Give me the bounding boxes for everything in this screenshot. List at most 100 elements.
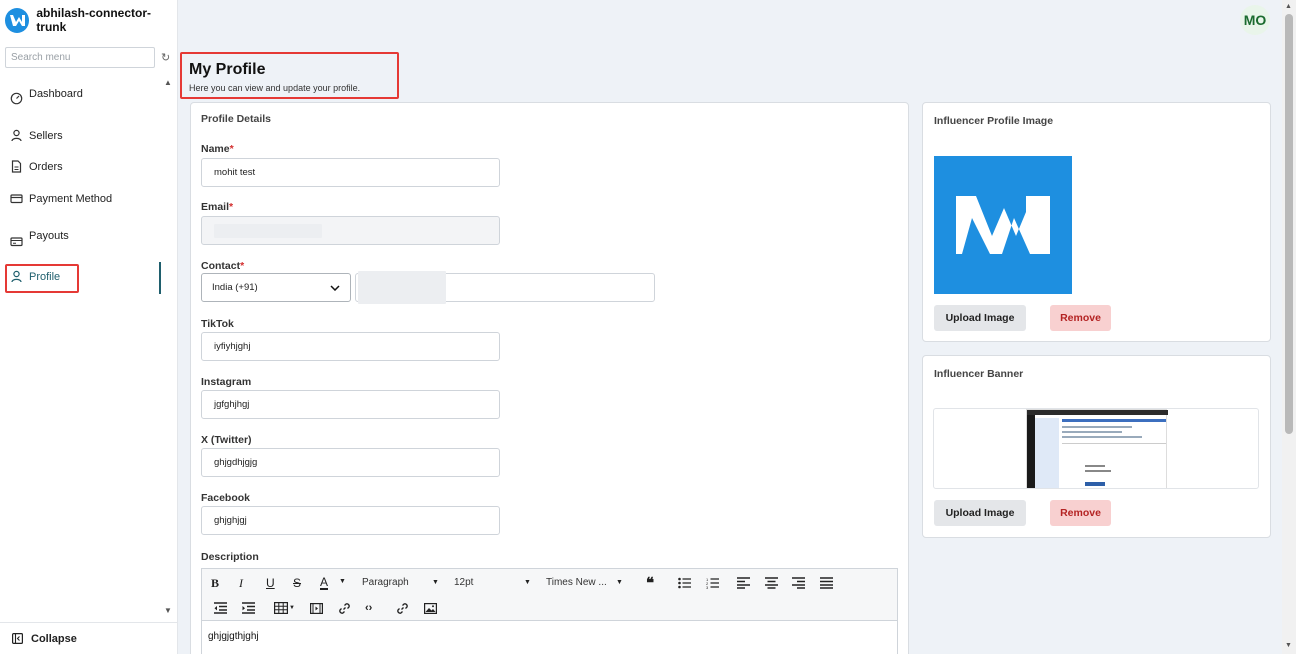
collapse-label: Collapse bbox=[31, 632, 77, 645]
description-editor: B I U S A ▼ Paragraph ▼ 12pt ▼ Times New… bbox=[201, 568, 898, 654]
scroll-thumb[interactable] bbox=[1285, 14, 1293, 434]
sidebar-item-label: Payouts bbox=[29, 229, 69, 242]
page-subtitle: Here you can view and update your profil… bbox=[189, 83, 361, 93]
country-code-select[interactable]: India (+91) bbox=[201, 273, 351, 302]
block-format-select[interactable]: Paragraph bbox=[362, 577, 409, 588]
email-input[interactable] bbox=[201, 216, 500, 245]
profile-image-title: Influencer Profile Image bbox=[934, 115, 1054, 127]
menu-search: ↻ bbox=[5, 47, 173, 68]
name-value: mohit test bbox=[214, 167, 256, 178]
strikethrough-icon[interactable]: S bbox=[293, 576, 301, 590]
app-name: abhilash-connector-trunk bbox=[36, 6, 151, 34]
italic-icon[interactable]: I bbox=[239, 576, 243, 591]
text-color-icon[interactable]: A bbox=[320, 576, 329, 590]
twitter-label: X (Twitter) bbox=[201, 434, 252, 446]
required-marker: * bbox=[229, 201, 234, 213]
banner-card: Influencer Banner Upload Image Remove bbox=[922, 355, 1271, 538]
align-right-icon[interactable] bbox=[792, 577, 805, 589]
editor-toolbar: B I U S A ▼ Paragraph ▼ 12pt ▼ Times New… bbox=[202, 569, 897, 621]
sidebar-collapse-icon bbox=[12, 633, 23, 644]
scroll-up-icon[interactable]: ▲ bbox=[1285, 3, 1292, 10]
sidebar-item-payouts[interactable]: Payouts bbox=[10, 223, 69, 248]
remove-profile-image-button[interactable]: Remove bbox=[1050, 305, 1111, 331]
numbered-list-icon[interactable]: 123 bbox=[706, 577, 720, 589]
upload-banner-button[interactable]: Upload Image bbox=[934, 500, 1026, 526]
bold-icon[interactable]: B bbox=[211, 576, 219, 591]
wallet-icon bbox=[10, 237, 23, 247]
user-icon bbox=[11, 129, 22, 142]
name-label-text: Name bbox=[201, 143, 230, 155]
profile-details-card: Profile Details Name* mohit test Email* … bbox=[190, 102, 909, 654]
profile-image-card: Influencer Profile Image Upload Image Re… bbox=[922, 102, 1271, 342]
name-input[interactable]: mohit test bbox=[201, 158, 500, 187]
banner-title: Influencer Banner bbox=[934, 368, 1024, 380]
align-center-icon[interactable] bbox=[765, 577, 778, 589]
font-family-select[interactable]: Times New ... bbox=[546, 577, 607, 588]
chevron-down-icon bbox=[330, 284, 340, 291]
table-icon[interactable] bbox=[274, 602, 288, 614]
user-avatar[interactable]: MO bbox=[1240, 5, 1270, 35]
chevron-down-icon[interactable]: ▼ bbox=[616, 579, 623, 586]
svg-text:3: 3 bbox=[706, 585, 709, 589]
blockquote-icon[interactable]: ❝ bbox=[646, 574, 654, 592]
facebook-value: ghjghjgj bbox=[214, 515, 247, 526]
sidebar-item-sellers[interactable]: Sellers bbox=[10, 129, 63, 142]
sidebar-item-label: Sellers bbox=[29, 129, 63, 142]
sidebar-item-orders[interactable]: Orders bbox=[10, 160, 63, 173]
chevron-down-icon[interactable]: ▼ bbox=[432, 579, 439, 586]
instagram-label: Instagram bbox=[201, 376, 252, 388]
brand-logo bbox=[5, 7, 30, 33]
contact-label: Contact* bbox=[201, 260, 244, 272]
menu-scroll-up-icon[interactable]: ▲ bbox=[164, 78, 172, 87]
profile-image bbox=[934, 156, 1072, 294]
page-scrollbar[interactable]: ▲ ▼ bbox=[1282, 0, 1296, 654]
sidebar-item-label: Payment Method bbox=[29, 192, 113, 205]
code-icon[interactable]: ‹› bbox=[365, 602, 372, 614]
tiktok-input[interactable]: iyfiyhjghj bbox=[201, 332, 500, 361]
brand[interactable]: abhilash-connector-trunk bbox=[0, 0, 177, 40]
email-label: Email* bbox=[201, 201, 233, 213]
image-icon[interactable] bbox=[424, 603, 437, 614]
banner-image-frame bbox=[933, 408, 1259, 489]
menu-scroll-down-icon[interactable]: ▼ bbox=[164, 606, 172, 615]
phone-input[interactable] bbox=[355, 271, 655, 304]
page-title: My Profile bbox=[189, 61, 266, 78]
upload-profile-image-button[interactable]: Upload Image bbox=[934, 305, 1026, 331]
text-color-dropdown-icon[interactable]: ▼ bbox=[339, 578, 346, 585]
bullet-list-icon[interactable] bbox=[678, 577, 692, 589]
sidebar: abhilash-connector-trunk ↻ ▲ ▼ Dashboard… bbox=[0, 0, 178, 654]
search-menu-input[interactable] bbox=[5, 47, 155, 68]
tiktok-value: iyfiyhjghj bbox=[214, 341, 251, 352]
collapse-button[interactable]: Collapse bbox=[0, 622, 178, 654]
sidebar-item-payment-method[interactable]: Payment Method bbox=[10, 192, 112, 205]
required-marker: * bbox=[240, 260, 245, 272]
instagram-value: jgfghjhgj bbox=[214, 399, 250, 410]
refresh-icon[interactable]: ↻ bbox=[161, 51, 170, 64]
align-left-icon[interactable] bbox=[737, 577, 750, 589]
scroll-down-icon[interactable]: ▼ bbox=[1285, 642, 1292, 649]
banner-image bbox=[1026, 409, 1168, 488]
media-icon[interactable] bbox=[310, 603, 323, 614]
sidebar-item-dashboard[interactable]: Dashboard bbox=[10, 82, 83, 105]
remove-banner-button[interactable]: Remove bbox=[1050, 500, 1111, 526]
align-justify-icon[interactable] bbox=[820, 577, 833, 589]
email-label-text: Email bbox=[201, 201, 230, 213]
instagram-input[interactable]: jgfghjhgj bbox=[201, 390, 500, 419]
indent-icon[interactable] bbox=[242, 602, 255, 614]
name-label: Name* bbox=[201, 143, 234, 155]
outdent-icon[interactable] bbox=[214, 602, 227, 614]
sidebar-item-label: Dashboard bbox=[29, 87, 83, 100]
font-size-select[interactable]: 12pt bbox=[454, 577, 473, 588]
twitter-input[interactable]: ghjgdhjgjg bbox=[201, 448, 500, 477]
underline-icon[interactable]: U bbox=[266, 576, 275, 590]
link-icon[interactable] bbox=[396, 602, 409, 615]
twitter-value: ghjgdhjgjg bbox=[214, 457, 258, 468]
link-icon[interactable] bbox=[338, 602, 351, 615]
facebook-input[interactable]: ghjghjgj bbox=[201, 506, 500, 535]
table-dropdown-icon[interactable]: ▼ bbox=[289, 605, 295, 611]
editor-content[interactable]: ghjgjgthjghj bbox=[202, 621, 897, 652]
redacted-email bbox=[214, 223, 322, 238]
profile-highlight-box bbox=[5, 264, 79, 293]
chevron-down-icon[interactable]: ▼ bbox=[524, 579, 531, 586]
country-code-value: India (+91) bbox=[212, 282, 258, 293]
